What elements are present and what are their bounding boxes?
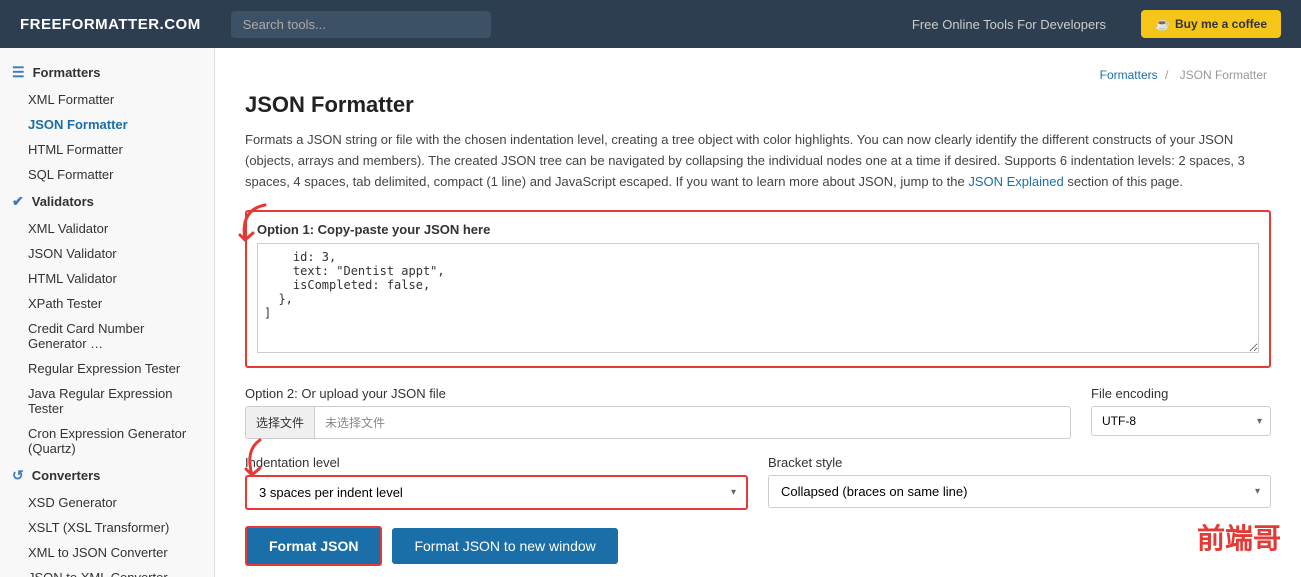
search-input[interactable] [231, 11, 491, 38]
page-title: JSON Formatter [245, 92, 1271, 118]
buttons-row: Format JSON Format JSON to new window [245, 526, 1271, 566]
breadcrumb-current: JSON Formatter [1180, 68, 1267, 82]
file-name-display: 未选择文件 [315, 407, 1070, 438]
option1-box: Option 1: Copy-paste your JSON here id: … [245, 210, 1271, 368]
formatters-icon: ☰ [12, 64, 25, 81]
option2-left: Option 2: Or upload your JSON file 选择文件 … [245, 386, 1071, 439]
indent-right: Bracket style Collapsed (braces on same … [768, 455, 1271, 508]
indent-left: Indentation level 2 spaces per indent le… [245, 455, 748, 510]
sidebar-item-json-to-xml[interactable]: JSON to XML Converter [0, 565, 214, 577]
sidebar-section-validators-label: Validators [32, 194, 94, 209]
bracket-label: Bracket style [768, 455, 1271, 470]
search-container [231, 11, 491, 38]
encoding-chevron-icon: ▾ [1249, 416, 1270, 427]
page-layout: ☰ Formatters XML Formatter JSON Formatte… [0, 48, 1301, 577]
coffee-icon: ☕ [1155, 17, 1170, 31]
json-explained-link[interactable]: JSON Explained [968, 174, 1063, 189]
sidebar-section-formatters[interactable]: ☰ Formatters [0, 58, 214, 87]
header-tagline: Free Online Tools For Developers [511, 17, 1106, 32]
sidebar-item-xml-validator[interactable]: XML Validator [0, 216, 214, 241]
sidebar-item-credit-card-generator[interactable]: Credit Card Number Generator … [0, 316, 214, 356]
sidebar-item-xslt[interactable]: XSLT (XSL Transformer) [0, 515, 214, 540]
indent-row: Indentation level 2 spaces per indent le… [245, 455, 1271, 510]
buy-coffee-label: Buy me a coffee [1175, 17, 1267, 31]
option1-label: Option 1: Copy-paste your JSON here [257, 222, 1259, 237]
sidebar-section-converters-label: Converters [32, 468, 101, 483]
sidebar-section-converters[interactable]: ↺ Converters [0, 461, 214, 490]
sidebar-item-json-formatter[interactable]: JSON Formatter [0, 112, 214, 137]
sidebar-item-regex-tester[interactable]: Regular Expression Tester [0, 356, 214, 381]
sidebar-item-json-validator[interactable]: JSON Validator [0, 241, 214, 266]
sidebar-item-sql-formatter[interactable]: SQL Formatter [0, 162, 214, 187]
page-description: Formats a JSON string or file with the c… [245, 130, 1271, 192]
format-json-button[interactable]: Format JSON [245, 526, 382, 566]
description-end: section of this page. [1067, 174, 1183, 189]
encoding-select-wrapper: UTF-8 UTF-16 ISO-8859-1 ▾ [1091, 406, 1271, 436]
option2-right: File encoding UTF-8 UTF-16 ISO-8859-1 ▾ [1091, 386, 1271, 436]
format-json-new-window-button[interactable]: Format JSON to new window [392, 528, 617, 564]
breadcrumb-separator: / [1165, 68, 1172, 82]
site-logo: FREEFORMATTER.COM [20, 16, 201, 33]
breadcrumb-home-link[interactable]: Formatters [1100, 68, 1158, 82]
option2-label: Option 2: Or upload your JSON file [245, 386, 1071, 401]
indent-select[interactable]: 2 spaces per indent level 3 spaces per i… [247, 477, 721, 508]
bracket-select[interactable]: Collapsed (braces on same line) Expanded… [769, 476, 1245, 507]
indent-chevron-icon: ▾ [721, 487, 746, 498]
json-textarea[interactable]: id: 3, text: "Dentist appt", isCompleted… [257, 243, 1259, 353]
indent-label: Indentation level [245, 455, 748, 470]
main-content: Formatters / JSON Formatter JSON Formatt… [215, 48, 1301, 577]
file-upload-row: 选择文件 未选择文件 [245, 406, 1071, 439]
sidebar: ☰ Formatters XML Formatter JSON Formatte… [0, 48, 215, 577]
sidebar-item-html-formatter[interactable]: HTML Formatter [0, 137, 214, 162]
sidebar-section-validators[interactable]: ✔ Validators [0, 187, 214, 216]
bracket-chevron-icon: ▾ [1245, 486, 1270, 497]
sidebar-section-formatters-label: Formatters [33, 65, 101, 80]
buy-coffee-button[interactable]: ☕ Buy me a coffee [1141, 10, 1281, 38]
converters-icon: ↺ [12, 467, 24, 484]
option2-row: Option 2: Or upload your JSON file 选择文件 … [245, 386, 1271, 439]
breadcrumb: Formatters / JSON Formatter [245, 68, 1271, 82]
encoding-select[interactable]: UTF-8 UTF-16 ISO-8859-1 [1092, 407, 1249, 435]
sidebar-item-xpath-tester[interactable]: XPath Tester [0, 291, 214, 316]
sidebar-item-xml-formatter[interactable]: XML Formatter [0, 87, 214, 112]
sidebar-item-cron-generator[interactable]: Cron Expression Generator (Quartz) [0, 421, 214, 461]
sidebar-item-java-regex-tester[interactable]: Java Regular Expression Tester [0, 381, 214, 421]
sidebar-item-html-validator[interactable]: HTML Validator [0, 266, 214, 291]
sidebar-item-xsd-generator[interactable]: XSD Generator [0, 490, 214, 515]
sidebar-item-xml-to-json[interactable]: XML to JSON Converter [0, 540, 214, 565]
encoding-label: File encoding [1091, 386, 1271, 401]
file-choose-button[interactable]: 选择文件 [246, 407, 315, 438]
validators-icon: ✔ [12, 193, 24, 210]
indent-select-wrapper: 2 spaces per indent level 3 spaces per i… [245, 475, 748, 510]
header: FREEFORMATTER.COM Free Online Tools For … [0, 0, 1301, 48]
bracket-select-wrapper: Collapsed (braces on same line) Expanded… [768, 475, 1271, 508]
